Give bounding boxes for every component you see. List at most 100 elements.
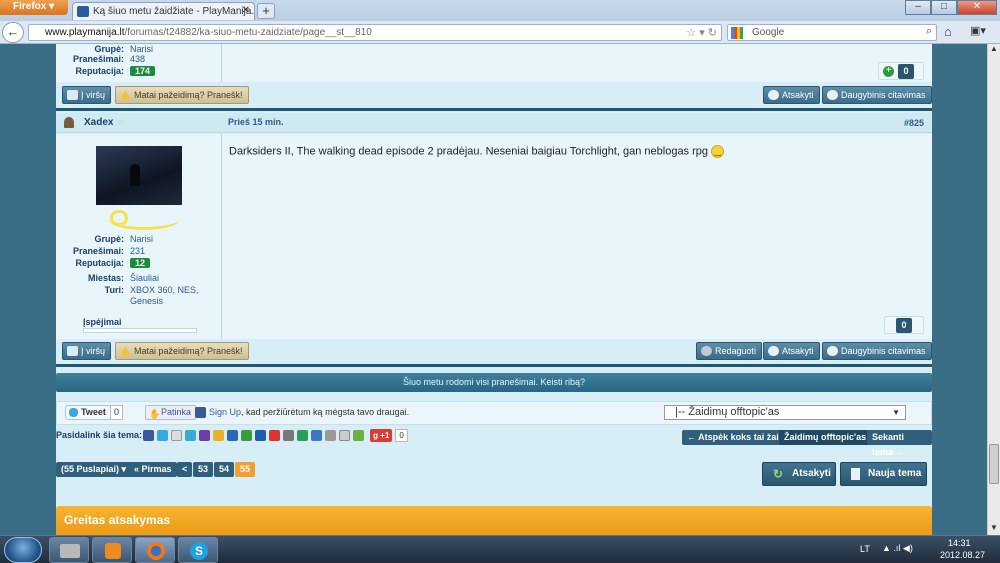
twitter-share-icon[interactable] (157, 430, 168, 441)
bookmarks-menu-icon[interactable]: ▣▾ (970, 24, 986, 37)
next-topic-button[interactable]: Sekanti tema → (867, 430, 932, 457)
page-53-button[interactable]: 53 (193, 462, 214, 477)
prev-post-body: Grupė: Narisi Pranešimai: 438 Reputacija: 1… (56, 44, 932, 82)
clock-date[interactable]: 2012.08.27 (940, 550, 985, 560)
scroll-down-icon[interactable]: ▼ (988, 523, 1000, 535)
bookmark-star-icon[interactable]: ☆ ▾ ↻ (686, 26, 717, 39)
windows-taskbar: S LT ▲ .ıl ◀) 14:31 2012.08.27 (0, 535, 1000, 563)
yahoo-icon[interactable] (199, 430, 210, 441)
post-body: Grupė: Narisi Pranešimai: 231 Reputacija: 1… (56, 134, 932, 339)
warning-icon (120, 346, 131, 356)
clock-time[interactable]: 14:31 (948, 538, 971, 548)
new-topic-button[interactable]: Nauja tema (840, 462, 927, 486)
tweet-button[interactable]: Tweet (65, 405, 111, 420)
twitter-icon (69, 408, 78, 417)
smile-icon: ‿ (711, 145, 725, 158)
new-document-icon (851, 468, 860, 480)
explorer-taskbar-button[interactable] (49, 537, 89, 563)
download-icon[interactable] (353, 430, 364, 441)
language-indicator[interactable]: LT (860, 544, 870, 554)
forum-jump-select[interactable]: |-- Žaidimų offtopic'as ▼ (664, 405, 906, 420)
firefox-icon (147, 542, 165, 560)
close-window-icon[interactable]: ✕ (957, 0, 997, 15)
page-54-button[interactable]: 54 (214, 462, 235, 477)
like-button[interactable]: ✋ Patinka (145, 405, 197, 420)
vertical-scrollbar[interactable]: ▲ ▼ (987, 44, 1000, 535)
first-page-button[interactable]: « Pirmas (129, 462, 177, 477)
tweet-count: 0 (110, 405, 124, 420)
add-reply-button[interactable]: ↻ Atsakyti (762, 462, 836, 486)
back-arrow-icon[interactable]: ← (2, 22, 24, 43)
plus-icon[interactable]: + (883, 66, 894, 77)
user-avatar[interactable] (96, 146, 182, 205)
edit-icon (701, 346, 712, 356)
search-input[interactable]: Google ⌕ (727, 24, 937, 41)
chevron-down-icon: ▼ (892, 408, 900, 417)
facebook-share-icon[interactable] (143, 430, 154, 441)
media-player-taskbar-button[interactable] (92, 537, 132, 563)
start-button[interactable] (4, 537, 42, 563)
edit-button[interactable]: Redaguoti (696, 342, 763, 360)
print-icon[interactable] (325, 430, 336, 441)
rep-count: 0 (896, 318, 912, 333)
minimize-icon[interactable]: – (905, 0, 931, 15)
prev-page-button[interactable]: < (177, 462, 193, 477)
back-to-top-button[interactable]: Į viršų (62, 86, 112, 104)
browser-tab[interactable]: Ką šiuo metu žaidžiate - PlayManija.lt -… (72, 2, 255, 20)
multiquote-button[interactable]: Daugybinis citavimas (822, 86, 932, 104)
post-text: Darksiders II, The walking dead episode … (229, 145, 725, 158)
url-domain: www.playmanija.lt (45, 27, 125, 38)
delicious-icon[interactable] (185, 430, 196, 441)
tray-icons[interactable]: ▲ .ıl ◀) (882, 543, 913, 554)
aim-icon[interactable] (213, 430, 224, 441)
google-icon (731, 27, 743, 39)
su-icon[interactable] (297, 430, 308, 441)
skype-taskbar-button[interactable]: S (178, 537, 218, 563)
live-icon[interactable] (255, 430, 266, 441)
site-favicon-icon (77, 6, 89, 17)
report-button[interactable]: Matai pažeidimą? Pranešk! (115, 86, 249, 104)
reply-button[interactable]: Atsakyti (763, 342, 820, 360)
gplus-button[interactable]: g +1 (370, 429, 393, 442)
back-to-top-button[interactable]: Į viršų (62, 342, 112, 360)
current-forum-button[interactable]: Žaidimų offtopic'as (779, 430, 872, 445)
post-number[interactable]: #825 (904, 118, 924, 128)
warnings-label: Įspėjimai (83, 317, 122, 327)
media-player-icon (105, 543, 121, 559)
search-icon[interactable]: ⌕ (926, 25, 932, 38)
new-tab-button[interactable]: + (257, 3, 275, 19)
tab-title: Ką šiuo metu žaidžiate - PlayManija.lt -… (93, 6, 255, 17)
google-share-icon[interactable] (171, 430, 182, 441)
facebook-signup-text: Sign Up, kad peržiūrėtum ką mėgsta tavo … (195, 407, 409, 419)
close-tab-icon[interactable]: ✕ (242, 5, 250, 16)
rank-icon (108, 208, 180, 230)
quick-reply-header: Greitas atsakymas (56, 506, 932, 535)
share-icon[interactable] (311, 430, 322, 441)
reply-button[interactable]: Atsakyti (763, 86, 820, 104)
rep-count: 0 (898, 64, 914, 79)
folder-icon (60, 544, 80, 558)
email-icon[interactable] (339, 430, 350, 441)
chat-bubble-icon (768, 90, 779, 100)
scroll-thumb[interactable] (989, 444, 999, 484)
post-author[interactable]: Xadex (84, 117, 113, 128)
share-icons: g +1 0 (143, 429, 408, 443)
navigation-bar: ← www.playmanija.lt/forumas/t24882/ka-si… (0, 21, 1000, 44)
report-button[interactable]: Matai pažeidimą? Pranešk! (115, 342, 249, 360)
stumble-icon[interactable] (241, 430, 252, 441)
multiquote-button[interactable]: Daugybinis citavimas (822, 342, 932, 360)
digg-icon[interactable] (227, 430, 238, 441)
bookmark-icon[interactable] (283, 430, 294, 441)
reddit-icon[interactable] (269, 430, 280, 441)
firefox-taskbar-button[interactable] (135, 537, 175, 563)
url-path: /forumas/t24882/ka-siuo-metu-zaidziate/p… (124, 27, 372, 38)
reply-arrow-icon: ↻ (773, 467, 784, 481)
scroll-up-icon[interactable]: ▲ (988, 44, 1000, 56)
warning-icon (120, 90, 131, 100)
maximize-icon[interactable]: □ (931, 0, 957, 15)
firefox-menu-button[interactable]: Firefox ▾ (0, 0, 68, 15)
pages-dropdown-button[interactable]: (55 Puslapiai) ▾ (56, 462, 132, 477)
show-posts-notice[interactable]: Šiuo metu rodomi visi pranešimai. Keisti… (56, 373, 932, 392)
url-bar[interactable]: www.playmanija.lt/forumas/t24882/ka-siuo… (28, 24, 722, 41)
home-icon[interactable]: ⌂ (944, 24, 952, 39)
